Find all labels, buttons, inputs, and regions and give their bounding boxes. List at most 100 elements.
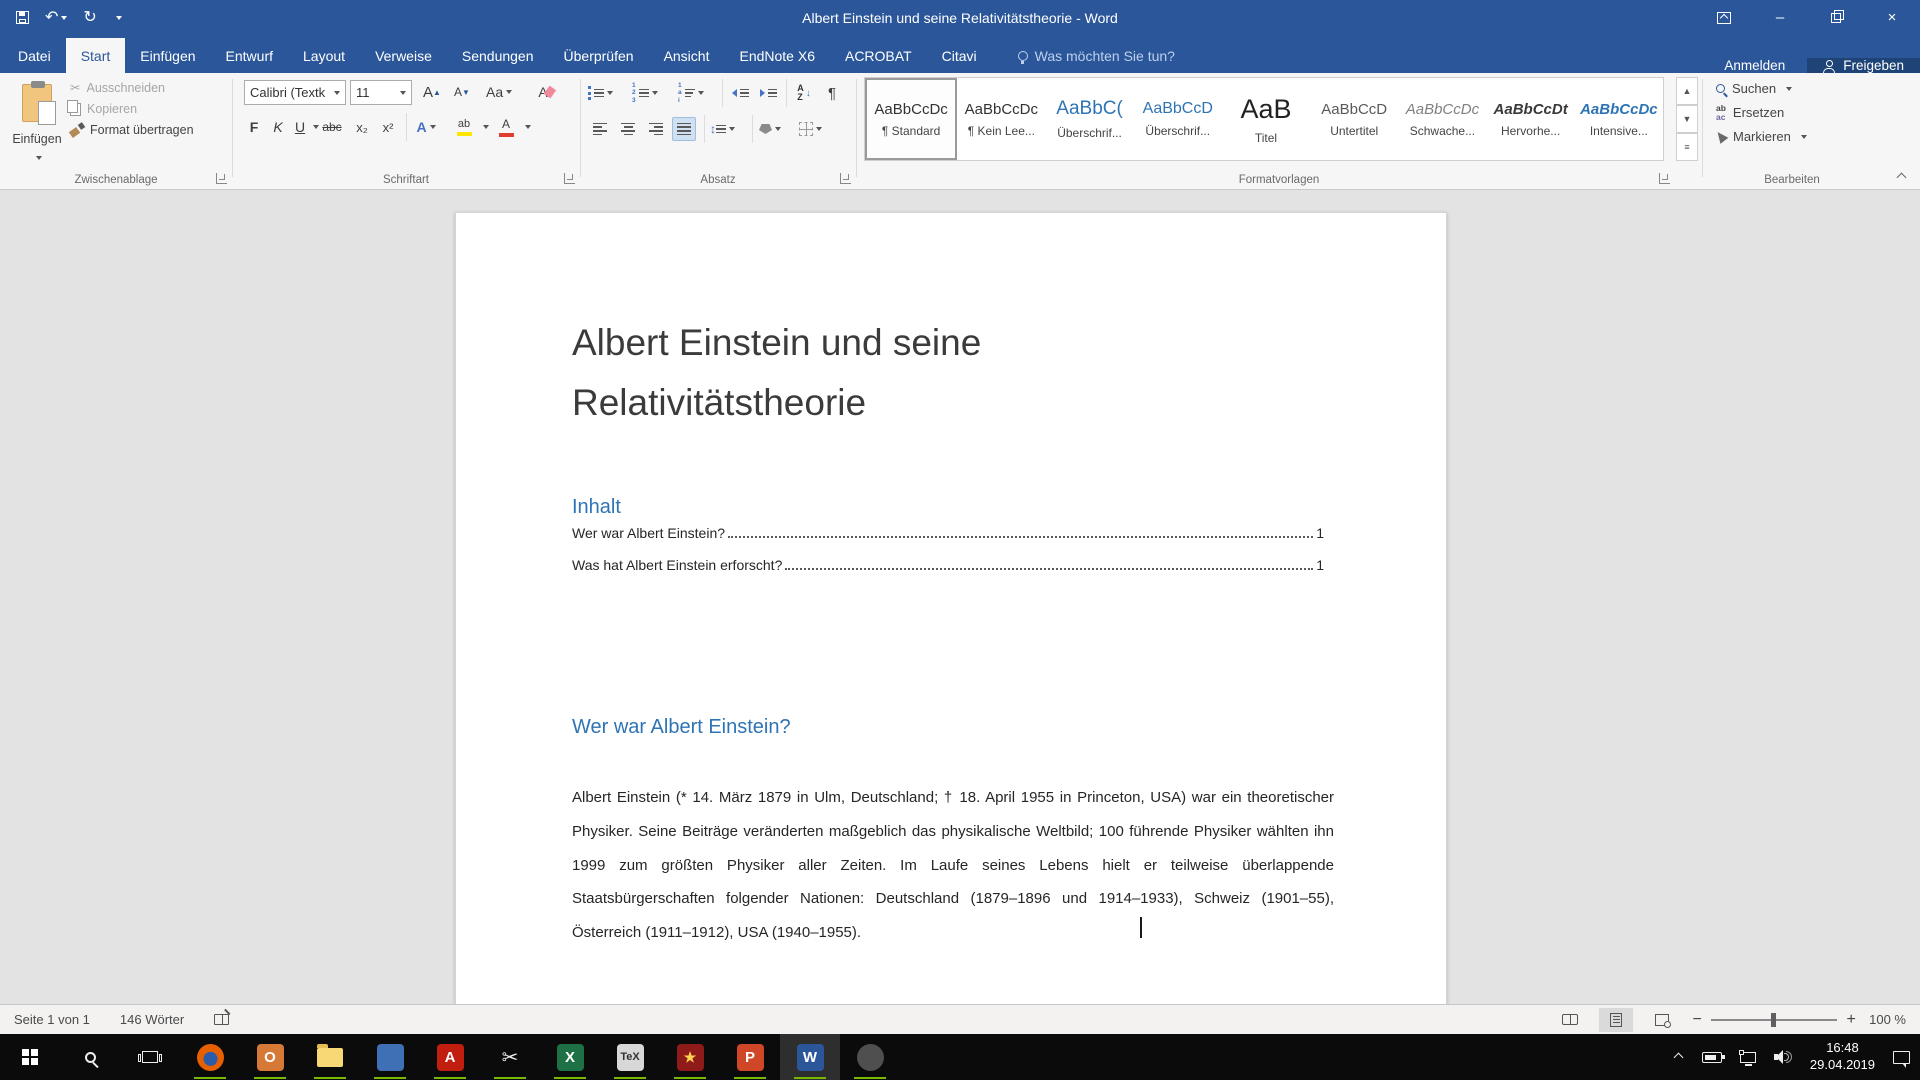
- tab-citavi[interactable]: Citavi: [927, 38, 992, 73]
- copy-button[interactable]: Kopieren: [70, 102, 194, 116]
- zoom-slider-thumb[interactable]: [1771, 1013, 1776, 1027]
- tab-entwurf[interactable]: Entwurf: [211, 38, 288, 73]
- zoom-slider[interactable]: [1711, 1019, 1837, 1021]
- tab-layout[interactable]: Layout: [288, 38, 360, 73]
- shrink-font-button[interactable]: A▼: [450, 80, 474, 104]
- page-indicator[interactable]: Seite 1 von 1: [14, 1012, 90, 1027]
- speaker-icon[interactable]: [1774, 1050, 1792, 1064]
- bullets-button[interactable]: [588, 81, 613, 105]
- paste-dropdown-icon[interactable]: [36, 156, 42, 160]
- line-spacing-button[interactable]: ↕: [710, 117, 735, 141]
- format-painter-button[interactable]: Format übertragen: [70, 123, 194, 137]
- align-left-button[interactable]: [588, 117, 612, 141]
- font-size-dropdown-icon[interactable]: [400, 91, 406, 95]
- styles-dialog-launcher-icon[interactable]: [1659, 173, 1670, 184]
- numbering-button[interactable]: 123: [632, 81, 658, 105]
- toc-entry[interactable]: Was hat Albert Einstein erforscht?1: [572, 557, 1324, 573]
- find-button[interactable]: Suchen: [1716, 81, 1807, 96]
- document-page[interactable]: Albert Einstein und seine Relativitätsth…: [455, 212, 1447, 1004]
- close-button[interactable]: ×: [1864, 0, 1920, 35]
- show-hidden-icons-button[interactable]: [1674, 1052, 1684, 1062]
- battery-icon[interactable]: [1702, 1052, 1722, 1063]
- tab-datei[interactable]: Datei: [0, 38, 66, 73]
- underline-dropdown-icon[interactable]: [313, 125, 319, 129]
- task-view-button[interactable]: [120, 1034, 180, 1080]
- select-button[interactable]: Markieren: [1716, 129, 1807, 144]
- underline-button[interactable]: U: [288, 115, 312, 139]
- undo-button[interactable]: ↶: [45, 10, 67, 26]
- tab-ansicht[interactable]: Ansicht: [649, 38, 725, 73]
- collapse-ribbon-button[interactable]: [1896, 173, 1908, 181]
- zoom-out-button[interactable]: −: [1691, 1011, 1703, 1029]
- highlight-dropdown-icon[interactable]: [483, 125, 489, 129]
- taskbar-app-tex[interactable]: TeX: [600, 1034, 660, 1080]
- document-area[interactable]: Albert Einstein und seine Relativitätsth…: [0, 190, 1920, 1004]
- tab-ueberpruefen[interactable]: Überprüfen: [549, 38, 649, 73]
- paste-button[interactable]: Einfügen: [10, 78, 64, 164]
- font-color-dropdown-icon[interactable]: [525, 125, 531, 129]
- taskbar-clock[interactable]: 16:4829.04.2019: [1810, 1040, 1875, 1074]
- redo-button[interactable]: ↻: [83, 10, 96, 26]
- align-center-button[interactable]: [616, 117, 640, 141]
- style-schwache-hervorhebung[interactable]: AaBbCcDcSchwache...: [1398, 78, 1486, 160]
- tab-sendungen[interactable]: Sendungen: [447, 38, 549, 73]
- italic-button[interactable]: K: [266, 115, 290, 139]
- taskbar-app-outlook[interactable]: O: [240, 1034, 300, 1080]
- taskbar-search-button[interactable]: [60, 1034, 120, 1080]
- tab-acrobat[interactable]: ACROBAT: [830, 38, 927, 73]
- styles-more-button[interactable]: ≡: [1676, 133, 1698, 161]
- action-center-icon[interactable]: [1893, 1051, 1910, 1064]
- style-ueberschrift-2[interactable]: AaBbCcDÜberschrif...: [1134, 78, 1222, 160]
- style-kein-leerraum[interactable]: AaBbCcDc¶ Kein Lee...: [957, 78, 1045, 160]
- taskbar-app-acrobat[interactable]: A: [420, 1034, 480, 1080]
- tab-einfuegen[interactable]: Einfügen: [125, 38, 210, 73]
- replace-button[interactable]: abacErsetzen: [1716, 104, 1807, 121]
- highlight-color-button[interactable]: ab: [452, 115, 476, 139]
- multilevel-list-button[interactable]: 1ai: [678, 81, 704, 105]
- tell-me-box[interactable]: Was möchten Sie tun?: [1018, 48, 1175, 73]
- font-color-button[interactable]: A: [494, 115, 518, 139]
- start-button[interactable]: [0, 1034, 60, 1080]
- font-family-combobox[interactable]: Calibri (Textk: [244, 80, 346, 105]
- style-hervorhebung[interactable]: AaBbCcDtHervorhe...: [1487, 78, 1575, 160]
- taskbar-app-snipping[interactable]: ✂: [480, 1034, 540, 1080]
- web-layout-button[interactable]: [1645, 1008, 1679, 1032]
- find-dropdown-icon[interactable]: [1786, 87, 1792, 91]
- taskbar-app-word[interactable]: W: [780, 1034, 840, 1080]
- print-layout-button[interactable]: [1599, 1008, 1633, 1032]
- cut-button[interactable]: ✂Ausschneiden: [70, 80, 194, 95]
- strikethrough-button[interactable]: abc: [320, 115, 344, 139]
- show-paragraph-marks-button[interactable]: ¶: [820, 81, 844, 105]
- styles-scroll-up-button[interactable]: ▲: [1676, 77, 1698, 105]
- style-untertitel[interactable]: AaBbCcDUntertitel: [1310, 78, 1398, 160]
- word-count[interactable]: 146 Wörter: [120, 1012, 184, 1027]
- save-button[interactable]: [16, 11, 29, 24]
- tab-start[interactable]: Start: [66, 38, 126, 73]
- paragraph-dialog-launcher-icon[interactable]: [840, 173, 851, 184]
- taskbar-app-powerpoint[interactable]: P: [720, 1034, 780, 1080]
- style-ueberschrift-1[interactable]: AaBbC(Überschrif...: [1045, 78, 1133, 160]
- toc-entry[interactable]: Wer war Albert Einstein?1: [572, 525, 1324, 541]
- font-dialog-launcher-icon[interactable]: [564, 173, 575, 184]
- sign-in-button[interactable]: Anmelden: [1702, 58, 1807, 73]
- styles-scroll-down-button[interactable]: ▼: [1676, 105, 1698, 133]
- font-size-combobox[interactable]: 11: [350, 80, 412, 105]
- taskbar-app-explorer[interactable]: [300, 1034, 360, 1080]
- bold-button[interactable]: F: [242, 115, 266, 139]
- zoom-in-button[interactable]: +: [1845, 1011, 1857, 1029]
- clear-formatting-button[interactable]: A: [534, 80, 558, 104]
- zoom-level[interactable]: 100 %: [1869, 1012, 1906, 1027]
- justify-button[interactable]: [672, 117, 696, 141]
- tab-endnote[interactable]: EndNote X6: [724, 38, 830, 73]
- grow-font-button[interactable]: A▲: [420, 80, 444, 104]
- shading-button[interactable]: [758, 117, 782, 141]
- read-mode-button[interactable]: [1553, 1008, 1587, 1032]
- style-standard[interactable]: AaBbCcDc¶ Standard: [865, 78, 957, 160]
- network-icon[interactable]: [1740, 1052, 1756, 1063]
- undo-dropdown-icon[interactable]: [61, 16, 67, 20]
- font-family-dropdown-icon[interactable]: [334, 91, 340, 95]
- taskbar-app-firefox[interactable]: [180, 1034, 240, 1080]
- taskbar-app-blue[interactable]: [360, 1034, 420, 1080]
- superscript-button[interactable]: x²: [376, 115, 400, 139]
- minimize-button[interactable]: –: [1752, 0, 1808, 35]
